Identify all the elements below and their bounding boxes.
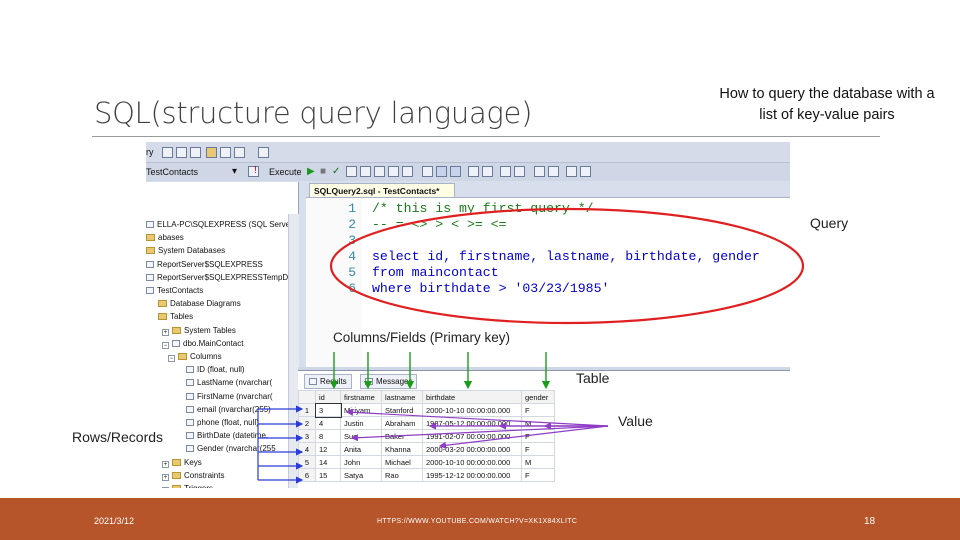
page-number: 18 xyxy=(864,516,876,527)
query-highlight-ellipse xyxy=(329,207,805,325)
columns-label: Columns/Fields (Primary key) xyxy=(333,330,511,345)
rows-label: Rows/Records xyxy=(72,429,164,445)
row-arrows xyxy=(257,405,304,484)
footer-date: 2021/3/12 xyxy=(94,516,135,526)
value-label: Value xyxy=(618,413,653,429)
annotation-overlay xyxy=(257,207,805,484)
footer-url[interactable]: HTTPS://WWW.YOUTUBE.COM/WATCH?V=XK1X84XL… xyxy=(377,518,577,525)
table-label: Table xyxy=(576,370,610,386)
query-label: Query xyxy=(810,215,849,231)
value-arrows xyxy=(345,408,609,449)
column-arrows xyxy=(329,352,551,390)
